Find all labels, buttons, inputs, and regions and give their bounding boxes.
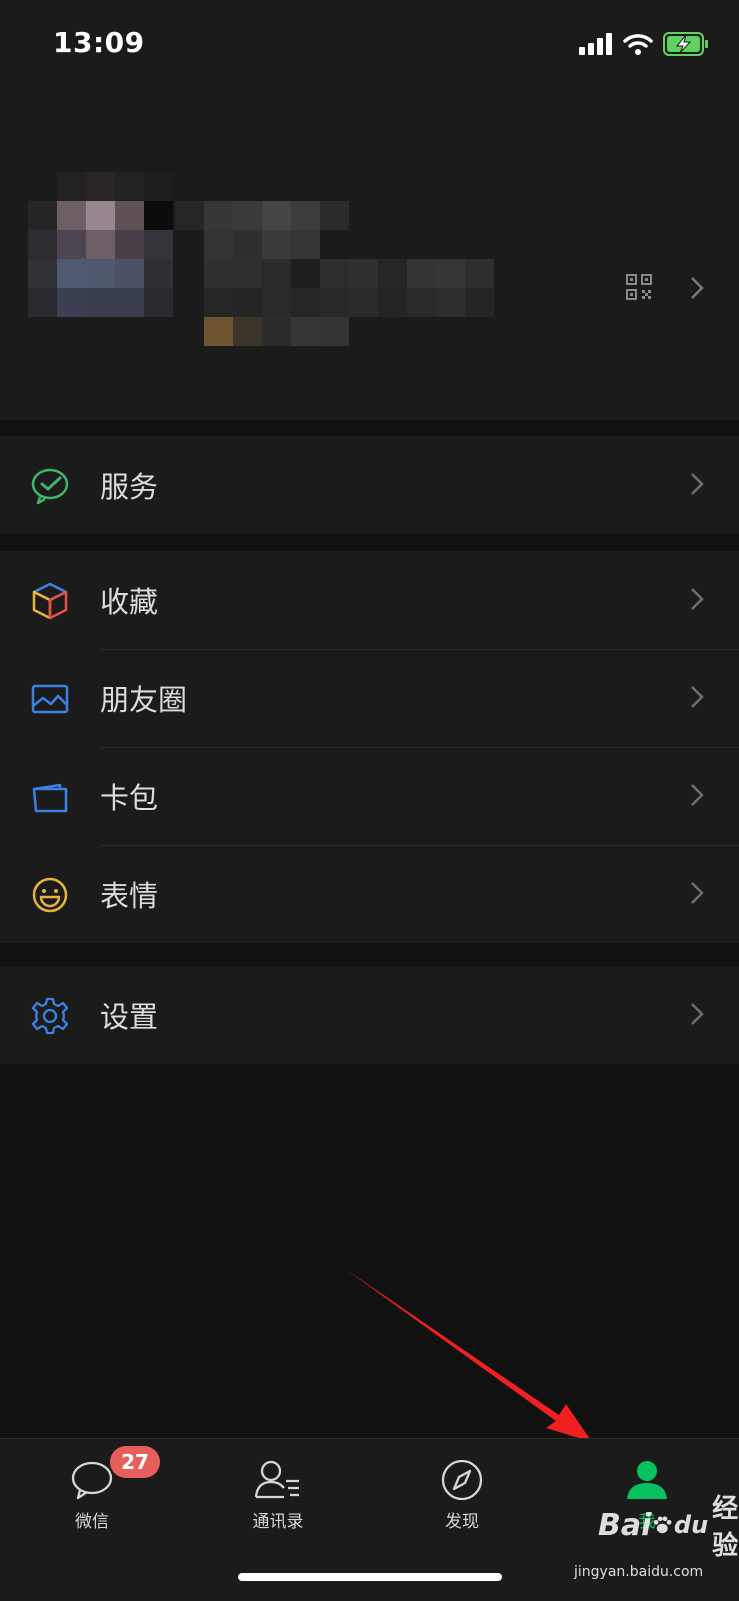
tab-label: 微信: [75, 1512, 109, 1532]
compass-icon: [441, 1459, 483, 1501]
tab-discover[interactable]: 发现: [402, 1459, 522, 1532]
watermark-url: jingyan.baidu.com: [574, 1564, 704, 1580]
home-indicator: [238, 1573, 502, 1581]
tab-label: 通讯录: [252, 1512, 304, 1532]
red-arrow-annotation: [344, 1268, 592, 1442]
paw-icon: [654, 1516, 672, 1534]
watermark-text: 经验: [712, 1494, 739, 1561]
tab-contacts[interactable]: 通讯录: [218, 1459, 338, 1532]
watermark-brand: Bai: [598, 1507, 652, 1543]
chat-bubble-icon: [71, 1461, 113, 1500]
baidu-jingyan-watermark: Bai du 经验 jingyan.baidu.com: [574, 1488, 739, 1580]
tab-label: 发现: [445, 1512, 479, 1532]
contacts-icon: [254, 1460, 299, 1499]
unread-badge: 27: [110, 1446, 160, 1478]
watermark-brand-suffix: du: [673, 1511, 709, 1539]
